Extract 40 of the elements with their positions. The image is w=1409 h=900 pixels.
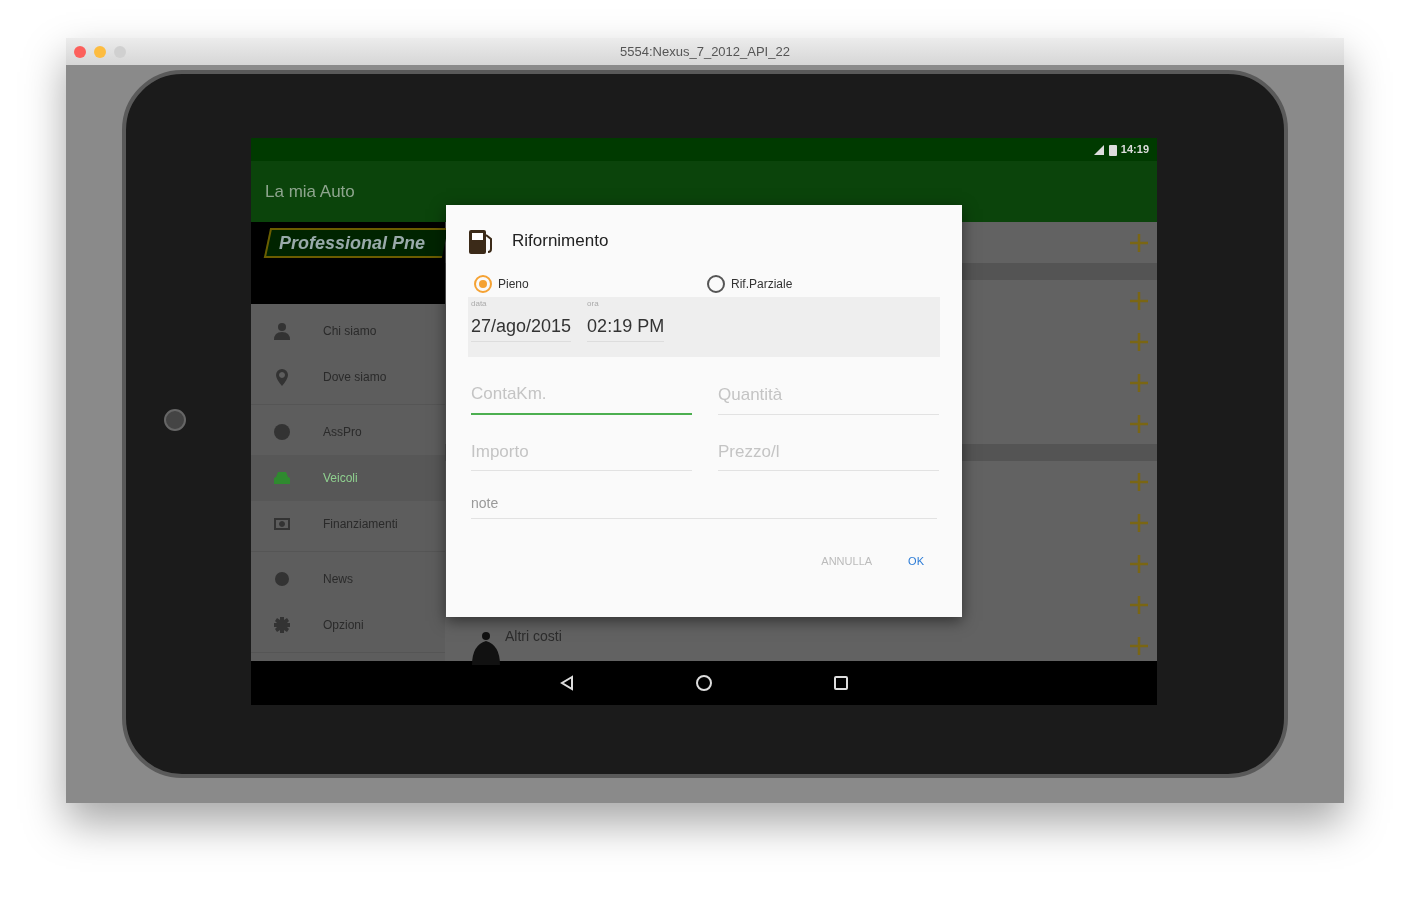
settings-icon <box>273 616 291 634</box>
location-pin-icon <box>273 368 291 386</box>
add-icon[interactable] <box>1129 512 1149 533</box>
time-field[interactable]: 02:19 PM <box>587 309 665 342</box>
ok-button[interactable]: OK <box>900 549 932 574</box>
money-bag-icon <box>471 631 501 665</box>
dialog-title: Rifornimento <box>512 230 609 253</box>
add-icon[interactable] <box>1129 413 1149 434</box>
date-field[interactable]: 27/ago/2015 <box>471 309 572 342</box>
circle-icon <box>273 423 291 441</box>
drawer-item[interactable]: Veicoli <box>251 455 445 501</box>
add-icon[interactable] <box>1129 290 1149 311</box>
close-icon[interactable] <box>74 45 86 58</box>
cancel-button[interactable]: ANNULLA <box>813 549 881 574</box>
add-icon[interactable] <box>1129 471 1149 492</box>
logo-text: Professional Pne <box>279 231 426 255</box>
add-icon[interactable] <box>1129 232 1149 253</box>
clock: 14:19 <box>1120 142 1149 158</box>
banknote-icon <box>273 515 291 533</box>
field-label: data <box>471 299 488 309</box>
add-icon[interactable] <box>1129 594 1149 615</box>
add-icon[interactable] <box>1129 372 1149 393</box>
radio-option[interactable]: Rif.Parziale <box>707 275 940 293</box>
signal-icon <box>1092 143 1105 156</box>
add-icon[interactable] <box>1129 635 1149 656</box>
recents-icon[interactable] <box>833 675 849 691</box>
camera-icon <box>164 409 186 431</box>
add-icon[interactable] <box>1129 553 1149 574</box>
add-icon[interactable] <box>1129 331 1149 352</box>
person-icon <box>273 322 291 340</box>
radio-option[interactable]: Pieno <box>474 275 707 293</box>
window-title: 5554:Nexus_7_2012_API_22 <box>620 42 790 61</box>
field-label: ora <box>587 299 600 309</box>
home-icon[interactable] <box>695 674 713 692</box>
minimize-icon[interactable] <box>94 45 106 58</box>
note-field[interactable]: note <box>471 489 937 519</box>
app-title: La mia Auto <box>265 180 355 203</box>
zoom-icon[interactable] <box>114 45 126 58</box>
back-icon[interactable] <box>559 675 575 691</box>
battery-icon <box>1108 143 1117 156</box>
